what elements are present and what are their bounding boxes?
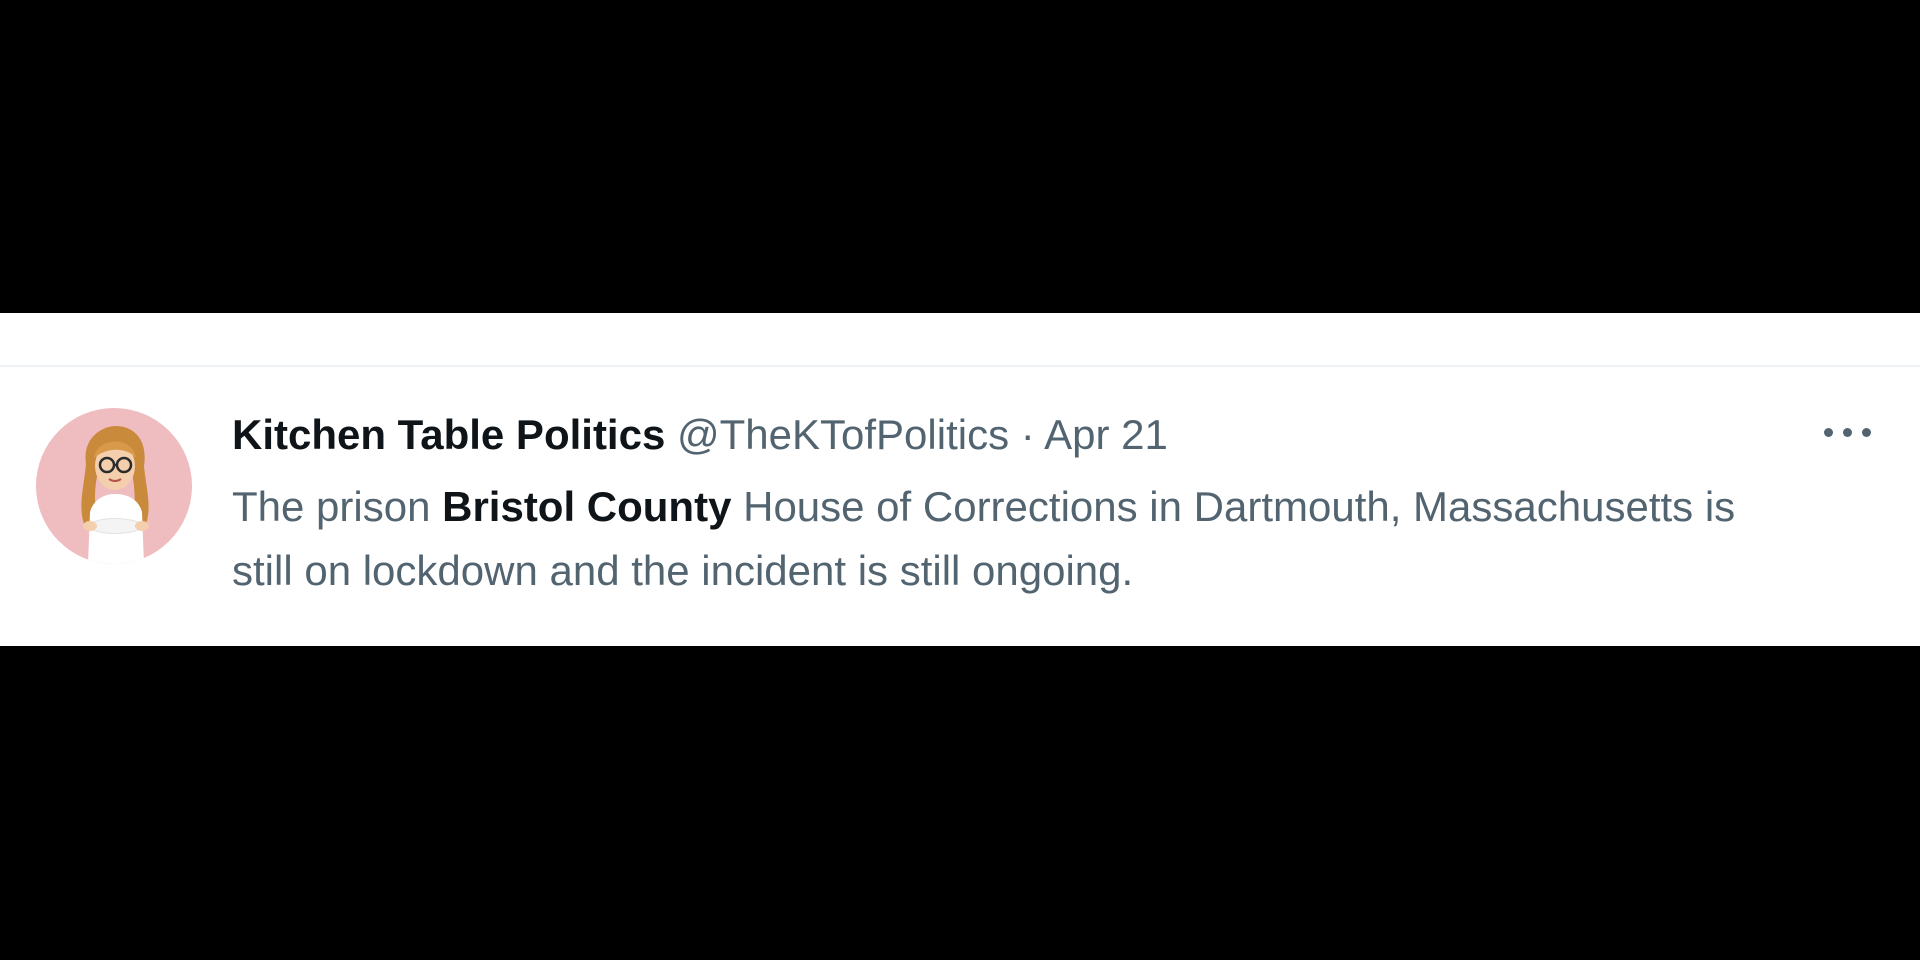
tweet-text-prefix: The prison bbox=[232, 483, 443, 530]
tweet-date[interactable]: Apr 21 bbox=[1044, 411, 1168, 458]
divider bbox=[0, 365, 1920, 367]
tweet-header: Kitchen Table Politics @TheKTofPolitics … bbox=[232, 409, 1792, 461]
top-black-band bbox=[0, 0, 1920, 313]
bottom-black-band bbox=[0, 646, 1920, 960]
tweet-text: The prison Bristol County House of Corre… bbox=[232, 475, 1792, 603]
more-options-icon bbox=[1824, 428, 1833, 437]
more-options-button[interactable] bbox=[1824, 419, 1884, 445]
tweet-body: Kitchen Table Politics @TheKTofPolitics … bbox=[232, 409, 1792, 603]
display-name[interactable]: Kitchen Table Politics bbox=[232, 411, 665, 458]
user-handle[interactable]: @TheKTofPolitics bbox=[677, 411, 1009, 458]
more-options-icon bbox=[1862, 428, 1871, 437]
more-options-icon bbox=[1843, 428, 1852, 437]
separator-dot: · bbox=[1020, 411, 1035, 458]
cartoon-woman-avatar-icon bbox=[81, 426, 149, 564]
avatar[interactable] bbox=[36, 408, 192, 564]
tweet-text-bold: Bristol County bbox=[442, 483, 732, 530]
tweet-card[interactable]: Kitchen Table Politics @TheKTofPolitics … bbox=[0, 313, 1920, 646]
